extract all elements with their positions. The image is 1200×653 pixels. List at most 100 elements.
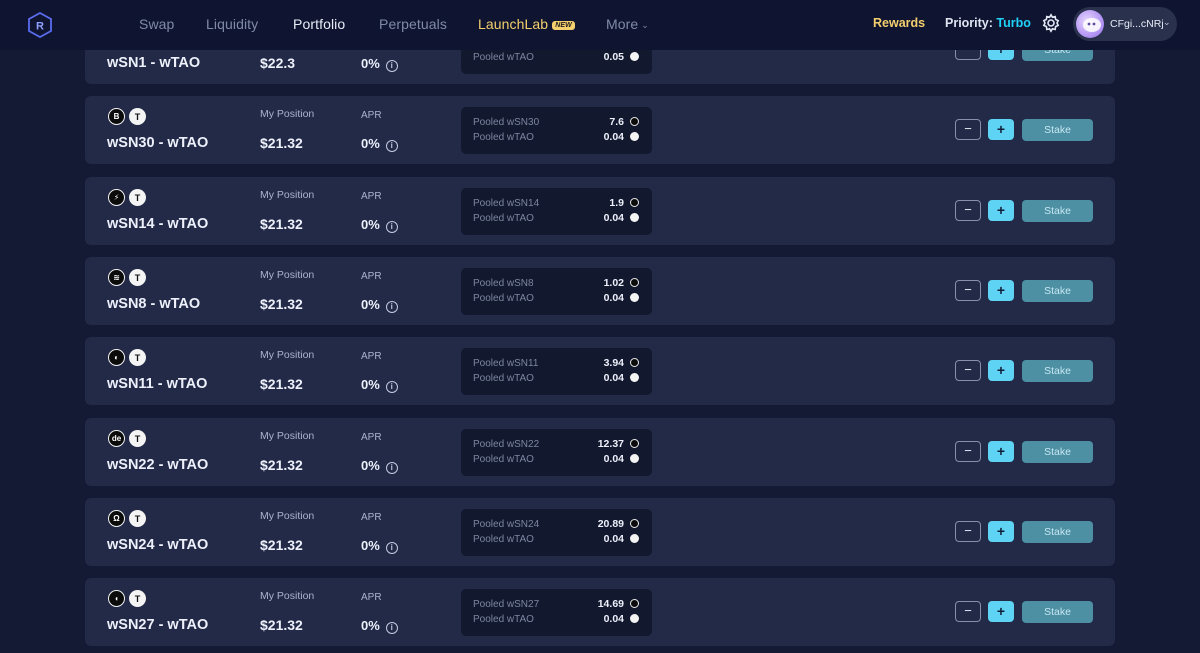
nav-more-label: More bbox=[606, 16, 639, 32]
apr-label: APR bbox=[361, 271, 382, 282]
my-position-value: $21.32 bbox=[260, 617, 303, 633]
my-position-label: My Position bbox=[260, 189, 315, 201]
my-position-label: My Position bbox=[260, 590, 315, 602]
apr-label: APR bbox=[361, 592, 382, 603]
my-position-label: My Position bbox=[260, 269, 315, 281]
apr-number: 0% bbox=[361, 297, 380, 312]
pooled-amounts: Pooled wSN24 Pooled wTAO 20.89 0.04 bbox=[461, 509, 652, 556]
priority-label: Priority: bbox=[945, 16, 993, 30]
apr-label: APR bbox=[361, 351, 382, 362]
priority-value: Turbo bbox=[996, 16, 1031, 30]
pair-name: wSN24 - wTAO bbox=[107, 537, 209, 553]
remove-liquidity-button[interactable]: − bbox=[955, 521, 981, 542]
stake-button[interactable]: Stake bbox=[1022, 200, 1093, 222]
pooled-amounts: Pooled wSN8 Pooled wTAO 1.02 0.04 bbox=[461, 268, 652, 315]
info-icon[interactable]: i bbox=[385, 542, 398, 554]
my-position-value: $21.32 bbox=[260, 216, 303, 232]
add-liquidity-button[interactable]: + bbox=[988, 601, 1014, 622]
token-icon: ⚡ bbox=[108, 189, 125, 206]
nav-portfolio[interactable]: Portfolio bbox=[293, 16, 345, 32]
pooled-token-label: Pooled wSN27 bbox=[473, 599, 540, 610]
add-liquidity-button[interactable]: + bbox=[988, 280, 1014, 301]
stake-button[interactable]: Stake bbox=[1022, 360, 1093, 382]
info-icon[interactable]: i bbox=[385, 221, 398, 233]
pooled-wtao-value: 0.04 bbox=[603, 613, 624, 625]
add-liquidity-button[interactable]: + bbox=[988, 200, 1014, 221]
token-icon: ◖ bbox=[108, 590, 125, 607]
stake-button[interactable]: Stake bbox=[1022, 280, 1093, 302]
top-navigation: R Swap Liquidity Portfolio Perpetuals La… bbox=[0, 0, 1200, 50]
tao-token-icon: T bbox=[129, 590, 146, 607]
apr-number: 0% bbox=[361, 377, 380, 392]
apr-value: 0% i bbox=[361, 618, 398, 634]
stake-button[interactable]: Stake bbox=[1022, 441, 1093, 463]
token-icon: de bbox=[108, 430, 125, 447]
apr-label: APR bbox=[361, 512, 382, 523]
pooled-amounts: Pooled wSN22 Pooled wTAO 12.37 0.04 bbox=[461, 429, 652, 476]
add-liquidity-button[interactable]: + bbox=[988, 360, 1014, 381]
add-liquidity-button[interactable]: + bbox=[988, 119, 1014, 140]
remove-liquidity-button[interactable]: − bbox=[955, 119, 981, 140]
apr-value: 0% i bbox=[361, 297, 398, 313]
pooled-wtao-label: Pooled wTAO bbox=[473, 454, 534, 465]
pooled-wtao-value: 0.04 bbox=[603, 212, 624, 224]
apr-value: 0% i bbox=[361, 458, 398, 474]
wallet-address: CFgi...cNRj bbox=[1110, 18, 1164, 30]
new-badge: NEW bbox=[552, 21, 575, 30]
priority-fee-selector[interactable]: Priority: Turbo bbox=[945, 16, 1031, 30]
info-icon[interactable]: i bbox=[385, 622, 398, 634]
info-icon[interactable]: i bbox=[385, 140, 398, 152]
rewards-link[interactable]: Rewards bbox=[873, 16, 925, 30]
remove-liquidity-button[interactable]: − bbox=[955, 280, 981, 301]
my-position-value: $21.32 bbox=[260, 376, 303, 392]
nav-perpetuals[interactable]: Perpetuals bbox=[379, 16, 447, 32]
info-icon[interactable]: i bbox=[385, 462, 398, 474]
pooled-wtao-value: 0.04 bbox=[603, 292, 624, 304]
remove-liquidity-button[interactable]: − bbox=[955, 601, 981, 622]
add-liquidity-button[interactable]: + bbox=[988, 441, 1014, 462]
pair-name: wSN14 - wTAO bbox=[107, 216, 209, 232]
pooled-token-label: Pooled wSN14 bbox=[473, 198, 540, 209]
my-position-value: $21.32 bbox=[260, 537, 303, 553]
info-icon[interactable]: i bbox=[385, 301, 398, 313]
pooled-token-label: Pooled wSN11 bbox=[473, 358, 539, 369]
stake-button[interactable]: Stake bbox=[1022, 601, 1093, 623]
apr-value: 0% i bbox=[361, 217, 398, 233]
pooled-wtao-label: Pooled wTAO bbox=[473, 534, 534, 545]
chevron-down-icon: ⌄ bbox=[641, 20, 649, 30]
pooled-wtao-label: Pooled wTAO bbox=[473, 614, 534, 625]
stake-button[interactable]: Stake bbox=[1022, 119, 1093, 141]
pooled-wtao-label: Pooled wTAO bbox=[473, 213, 534, 224]
tao-token-icon: T bbox=[129, 108, 146, 125]
pooled-wtao-value: 0.05 bbox=[603, 51, 624, 63]
apr-label: APR bbox=[361, 110, 382, 121]
stake-button[interactable]: Stake bbox=[1022, 521, 1093, 543]
wallet-button[interactable]: CFgi...cNRj ⌄ bbox=[1073, 7, 1177, 41]
my-position-label: My Position bbox=[260, 510, 315, 522]
gear-icon[interactable] bbox=[1041, 13, 1061, 33]
token-mini-icon bbox=[630, 439, 639, 448]
positions-list: 1TwSN1 - wTAOMy Position$22.3APR0%iPoole… bbox=[0, 0, 1200, 653]
nav-launchlab[interactable]: LaunchLab NEW bbox=[478, 16, 575, 32]
tao-token-icon: T bbox=[129, 349, 146, 366]
info-icon[interactable]: i bbox=[385, 60, 398, 72]
pooled-amounts: Pooled wSN11 Pooled wTAO 3.94 0.04 bbox=[461, 348, 652, 395]
position-row: ≋ TwSN8 - wTAO My Position $21.32 APR 0% i Pool… bbox=[85, 257, 1115, 325]
nav-more[interactable]: More ⌄ bbox=[606, 16, 649, 32]
tao-mini-icon bbox=[630, 373, 639, 382]
remove-liquidity-button[interactable]: − bbox=[955, 200, 981, 221]
tao-token-icon: T bbox=[129, 189, 146, 206]
tao-mini-icon bbox=[630, 132, 639, 141]
token-icon: ◐ bbox=[108, 349, 125, 366]
remove-liquidity-button[interactable]: − bbox=[955, 441, 981, 462]
nav-swap[interactable]: Swap bbox=[139, 16, 174, 32]
pooled-wtao-value: 0.04 bbox=[603, 533, 624, 545]
add-liquidity-button[interactable]: + bbox=[988, 521, 1014, 542]
remove-liquidity-button[interactable]: − bbox=[955, 360, 981, 381]
apr-number: 0% bbox=[361, 56, 380, 71]
info-icon[interactable]: i bbox=[385, 381, 398, 393]
nav-liquidity[interactable]: Liquidity bbox=[206, 16, 258, 32]
apr-number: 0% bbox=[361, 538, 380, 553]
apr-value: 0% i bbox=[361, 136, 398, 152]
pooled-amounts: Pooled wSN27 Pooled wTAO 14.69 0.04 bbox=[461, 589, 652, 636]
